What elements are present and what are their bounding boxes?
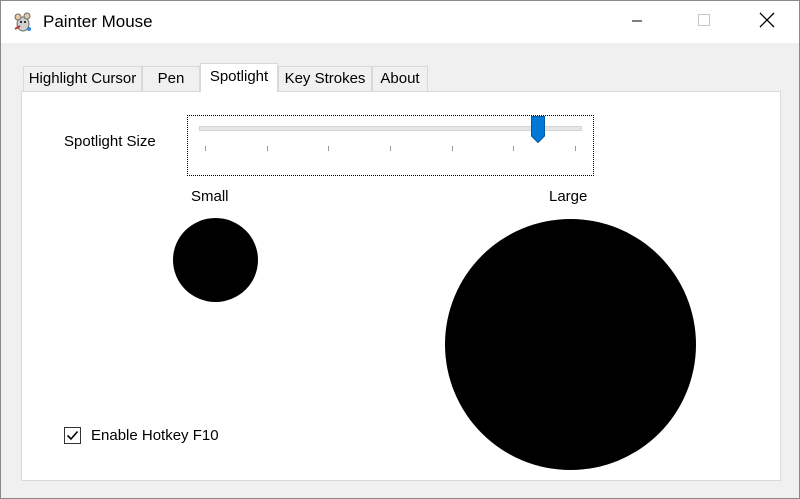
hotkey-checkbox-row[interactable]: Enable Hotkey F10: [64, 425, 219, 445]
spotlight-size-slider[interactable]: [187, 115, 594, 176]
tab-key-strokes[interactable]: Key Strokes: [278, 66, 372, 91]
slider-thumb[interactable]: [531, 116, 545, 144]
slider-tick: [451, 146, 453, 151]
slider-tick: [390, 146, 391, 151]
title-bar[interactable]: Painter Mouse: [1, 1, 799, 43]
mouse-painter-icon: [11, 11, 33, 33]
minimize-icon: [631, 14, 643, 31]
window-title: Painter Mouse: [43, 12, 153, 31]
slider-tick: [575, 146, 576, 151]
small-label: Small: [191, 188, 229, 205]
tab-highlight-cursor[interactable]: Highlight Cursor: [23, 66, 142, 91]
slider-tick: [205, 146, 206, 151]
large-label: Large: [549, 188, 588, 205]
tab-pen[interactable]: Pen: [142, 66, 200, 91]
slider-tick: [328, 146, 330, 151]
close-button[interactable]: [744, 1, 790, 43]
maximize-button[interactable]: [681, 1, 727, 43]
large-spotlight-preview: [445, 219, 696, 470]
spotlight-size-label: Spotlight Size: [64, 133, 156, 150]
tab-spotlight[interactable]: Spotlight: [200, 63, 278, 92]
tab-about[interactable]: About: [372, 66, 428, 91]
slider-tick: [513, 146, 515, 151]
enable-hotkey-checkbox[interactable]: [64, 426, 81, 444]
minimize-button[interactable]: [614, 1, 660, 43]
app-window: Painter Mouse Highlight Cursor Pen Spotl…: [0, 0, 800, 499]
maximize-icon: [697, 13, 711, 31]
close-icon: [759, 12, 775, 32]
enable-hotkey-label: Enable Hotkey F10: [91, 426, 219, 444]
slider-track[interactable]: [199, 126, 582, 131]
small-spotlight-preview: [173, 218, 258, 302]
slider-tick: [266, 146, 268, 151]
spotlight-panel: Spotlight Size Small Large Enable Hotkey…: [21, 91, 781, 481]
